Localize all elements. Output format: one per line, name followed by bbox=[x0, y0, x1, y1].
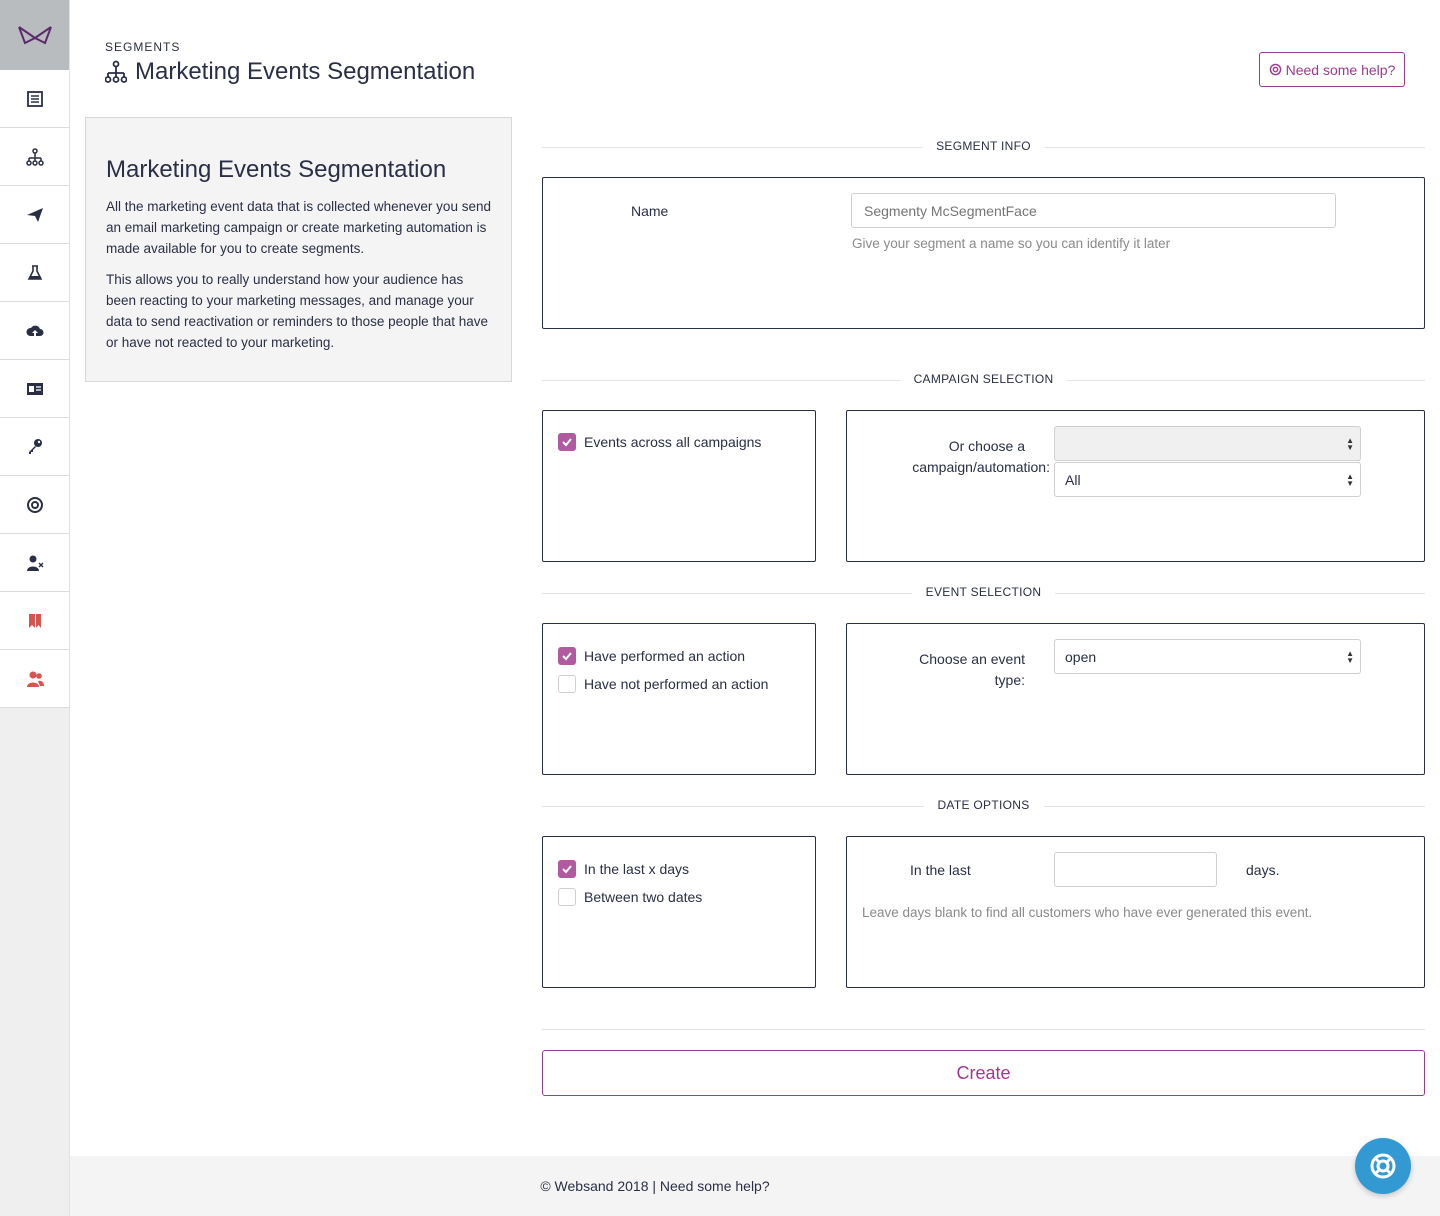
in-the-last-label: In the last bbox=[910, 862, 971, 878]
check-icon bbox=[562, 438, 572, 447]
sidebar-item-api-keys[interactable] bbox=[0, 418, 70, 476]
section-title-campaign: CAMPAIGN SELECTION bbox=[899, 372, 1068, 386]
between-dates-option[interactable]: Between two dates bbox=[558, 888, 702, 906]
send-icon bbox=[26, 207, 43, 222]
sidebar-item-support[interactable] bbox=[0, 476, 70, 534]
event-type-box: Choose an event type: open ▲ ▼ bbox=[846, 623, 1425, 775]
event-type-label-line2: type: bbox=[994, 672, 1025, 688]
info-paragraph-1: All the marketing event data that is col… bbox=[106, 199, 491, 256]
need-help-button[interactable]: Need some help? bbox=[1259, 52, 1405, 87]
footer-text[interactable]: © Websand 2018 | Need some help? bbox=[540, 1178, 769, 1194]
automation-select[interactable]: All ▲ ▼ bbox=[1054, 462, 1361, 497]
all-campaigns-checkbox[interactable] bbox=[558, 433, 576, 451]
lifebuoy-icon bbox=[1370, 1153, 1396, 1179]
choose-campaign-label: Or choose a campaign/automation: bbox=[910, 436, 1050, 478]
key-icon bbox=[28, 438, 42, 454]
choose-campaign-label-line1: Or choose a bbox=[948, 438, 1025, 454]
info-panel: Marketing Events Segmentation All the ma… bbox=[85, 117, 512, 382]
all-campaigns-option[interactable]: Events across all campaigns bbox=[558, 433, 761, 451]
date-range-box: In the last days. Leave days blank to fi… bbox=[846, 836, 1425, 988]
not-performed-action-option[interactable]: Have not performed an action bbox=[558, 675, 768, 693]
section-divider-segment-info: SEGMENT INFO bbox=[542, 137, 1425, 157]
info-paragraph-2: This allows you to really understand how… bbox=[106, 272, 488, 350]
select-arrows-icon: ▲ ▼ bbox=[1346, 435, 1354, 452]
page-header: Marketing Events Segmentation bbox=[105, 58, 475, 86]
sidebar-item-dashboard[interactable] bbox=[0, 70, 70, 128]
segments-icon bbox=[25, 147, 44, 166]
id-card-icon bbox=[26, 382, 43, 395]
segments-icon bbox=[105, 60, 127, 83]
between-dates-label: Between two dates bbox=[584, 889, 703, 905]
campaign-choose-box: Or choose a campaign/automation: ▲ ▼ All … bbox=[846, 410, 1425, 562]
event-type-select[interactable]: open ▲ ▼ bbox=[1054, 639, 1361, 674]
automation-select-value: All bbox=[1065, 471, 1081, 488]
section-divider-event: EVENT SELECTION bbox=[542, 583, 1425, 603]
days-help-text: Leave days blank to find all customers w… bbox=[862, 905, 1313, 920]
campaign-select[interactable]: ▲ ▼ bbox=[1054, 426, 1361, 461]
sidebar bbox=[0, 0, 70, 1216]
days-suffix-label: days. bbox=[1246, 862, 1280, 878]
check-icon bbox=[562, 865, 572, 874]
select-arrows-icon: ▲ ▼ bbox=[1346, 471, 1354, 488]
list-icon bbox=[26, 90, 43, 107]
section-title-event: EVENT SELECTION bbox=[911, 585, 1056, 599]
sidebar-item-bookmarks[interactable] bbox=[0, 592, 70, 650]
campaign-scope-box: Events across all campaigns bbox=[542, 410, 816, 562]
lifebuoy-icon bbox=[1269, 63, 1281, 76]
section-divider-campaign: CAMPAIGN SELECTION bbox=[542, 370, 1425, 390]
choose-campaign-label-line2: campaign/automation: bbox=[912, 459, 1050, 475]
sidebar-item-unsubscribes[interactable] bbox=[0, 534, 70, 592]
performed-action-label: Have performed an action bbox=[584, 648, 746, 664]
not-performed-action-checkbox[interactable] bbox=[558, 675, 576, 693]
breadcrumb[interactable]: SEGMENTS bbox=[105, 40, 180, 54]
segment-info-box: Name Give your segment a name so you can… bbox=[542, 177, 1425, 329]
date-mode-box: In the last x days Between two dates bbox=[542, 836, 816, 988]
section-divider-date: DATE OPTIONS bbox=[542, 796, 1425, 816]
flask-icon bbox=[27, 264, 42, 280]
lifebuoy-icon bbox=[26, 496, 43, 513]
sidebar-item-users[interactable] bbox=[0, 650, 70, 708]
logo-icon bbox=[17, 26, 52, 45]
last-x-days-label: In the last x days bbox=[584, 861, 690, 877]
event-action-box: Have performed an action Have not perfor… bbox=[542, 623, 816, 775]
form-divider bbox=[542, 1029, 1425, 1030]
last-x-days-checkbox[interactable] bbox=[558, 860, 576, 878]
sidebar-item-campaigns[interactable] bbox=[0, 186, 70, 244]
sidebar-item-tests[interactable] bbox=[0, 244, 70, 302]
create-button[interactable]: Create bbox=[542, 1050, 1425, 1096]
select-arrows-icon: ▲ ▼ bbox=[1346, 648, 1354, 665]
performed-action-option[interactable]: Have performed an action bbox=[558, 647, 745, 665]
days-input[interactable] bbox=[1054, 852, 1217, 887]
not-performed-action-label: Have not performed an action bbox=[584, 676, 769, 692]
cloud-upload-icon bbox=[25, 325, 43, 336]
performed-action-checkbox[interactable] bbox=[558, 647, 576, 665]
websand-logo[interactable] bbox=[0, 0, 69, 70]
event-type-label-line1: Choose an event bbox=[919, 651, 1025, 667]
need-help-label: Need some help? bbox=[1285, 61, 1396, 78]
event-type-label: Choose an event type: bbox=[907, 649, 1025, 691]
info-heading: Marketing Events Segmentation bbox=[106, 156, 447, 183]
name-label: Name bbox=[631, 203, 669, 219]
check-icon bbox=[562, 652, 572, 661]
section-title-segment-info: SEGMENT INFO bbox=[922, 139, 1045, 153]
sidebar-item-segments[interactable] bbox=[0, 128, 70, 186]
page-title: Marketing Events Segmentation bbox=[135, 58, 476, 85]
name-help-text: Give your segment a name so you can iden… bbox=[852, 236, 1171, 251]
segment-name-input[interactable] bbox=[851, 193, 1336, 228]
sidebar-item-upload[interactable] bbox=[0, 302, 70, 360]
support-chat-button[interactable] bbox=[1355, 1138, 1411, 1194]
between-dates-checkbox[interactable] bbox=[558, 888, 576, 906]
user-remove-icon bbox=[26, 555, 43, 571]
event-type-select-value: open bbox=[1065, 648, 1097, 665]
users-icon bbox=[26, 671, 44, 687]
footer: © Websand 2018 | Need some help? bbox=[70, 1156, 1440, 1216]
last-x-days-option[interactable]: In the last x days bbox=[558, 860, 689, 878]
all-campaigns-label: Events across all campaigns bbox=[584, 434, 762, 450]
section-title-date: DATE OPTIONS bbox=[923, 798, 1044, 812]
sidebar-item-contacts[interactable] bbox=[0, 360, 70, 418]
bookmarks-icon bbox=[28, 613, 41, 628]
